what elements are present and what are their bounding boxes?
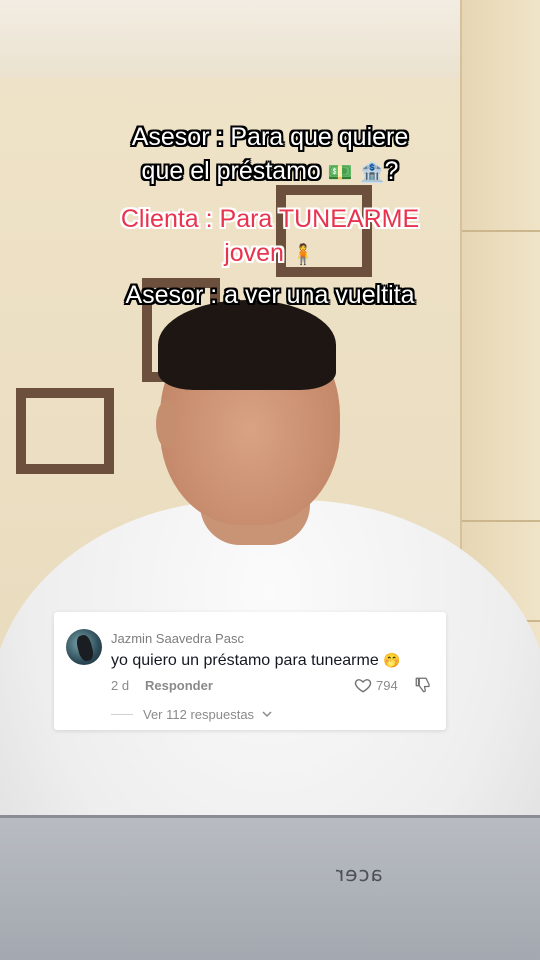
ceiling [0,0,540,78]
dislike-icon[interactable] [414,676,432,694]
person-emoji-icon: 🧍 [290,242,316,266]
comment-text-body: yo quiero un préstamo para tunearme [111,652,379,669]
laptop-lid [0,815,540,960]
caption-line-3: Clienta : Para TUNEARME [120,205,420,233]
caption-line-2-text: que el préstamo [141,157,321,185]
caption-line-4: joven 🧍 [0,238,540,270]
caption-line-5: Asesor : a ver una vueltita [125,281,415,309]
reply-button[interactable]: Responder [145,678,213,693]
heart-icon[interactable] [354,676,372,694]
chevron-down-icon[interactable] [261,708,273,720]
caption-line-1: Asesor : Para que quiere [131,123,409,151]
wall-shelf-left [16,388,114,474]
view-replies-link[interactable]: Ver 112 respuestas [143,707,254,722]
like-count: 794 [376,678,398,693]
comment-age: 2 d [111,678,130,693]
caption-line-2-suffix: ? [384,157,399,185]
comment-text: yo quiero un préstamo para tunearme 🤭 [111,652,401,670]
comment-username[interactable]: Jazmin Saavedra Pasc [111,631,244,646]
comment-card[interactable]: Jazmin Saavedra Pasc yo quiero un présta… [54,612,446,730]
person-ear [156,400,178,448]
caption-line-2: que el préstamo 💵 🏦? [0,156,540,188]
avatar[interactable] [66,629,102,665]
caption-line-4-text: joven [224,239,284,267]
blush-emoji-icon: 🤭 [383,653,401,669]
person-hair [158,300,336,390]
bank-emoji-icon: 🏦 [359,160,385,184]
laptop-brand-logo: acer [335,862,383,886]
replies-divider [111,714,133,715]
money-emoji-icon: 💵 [327,160,353,184]
